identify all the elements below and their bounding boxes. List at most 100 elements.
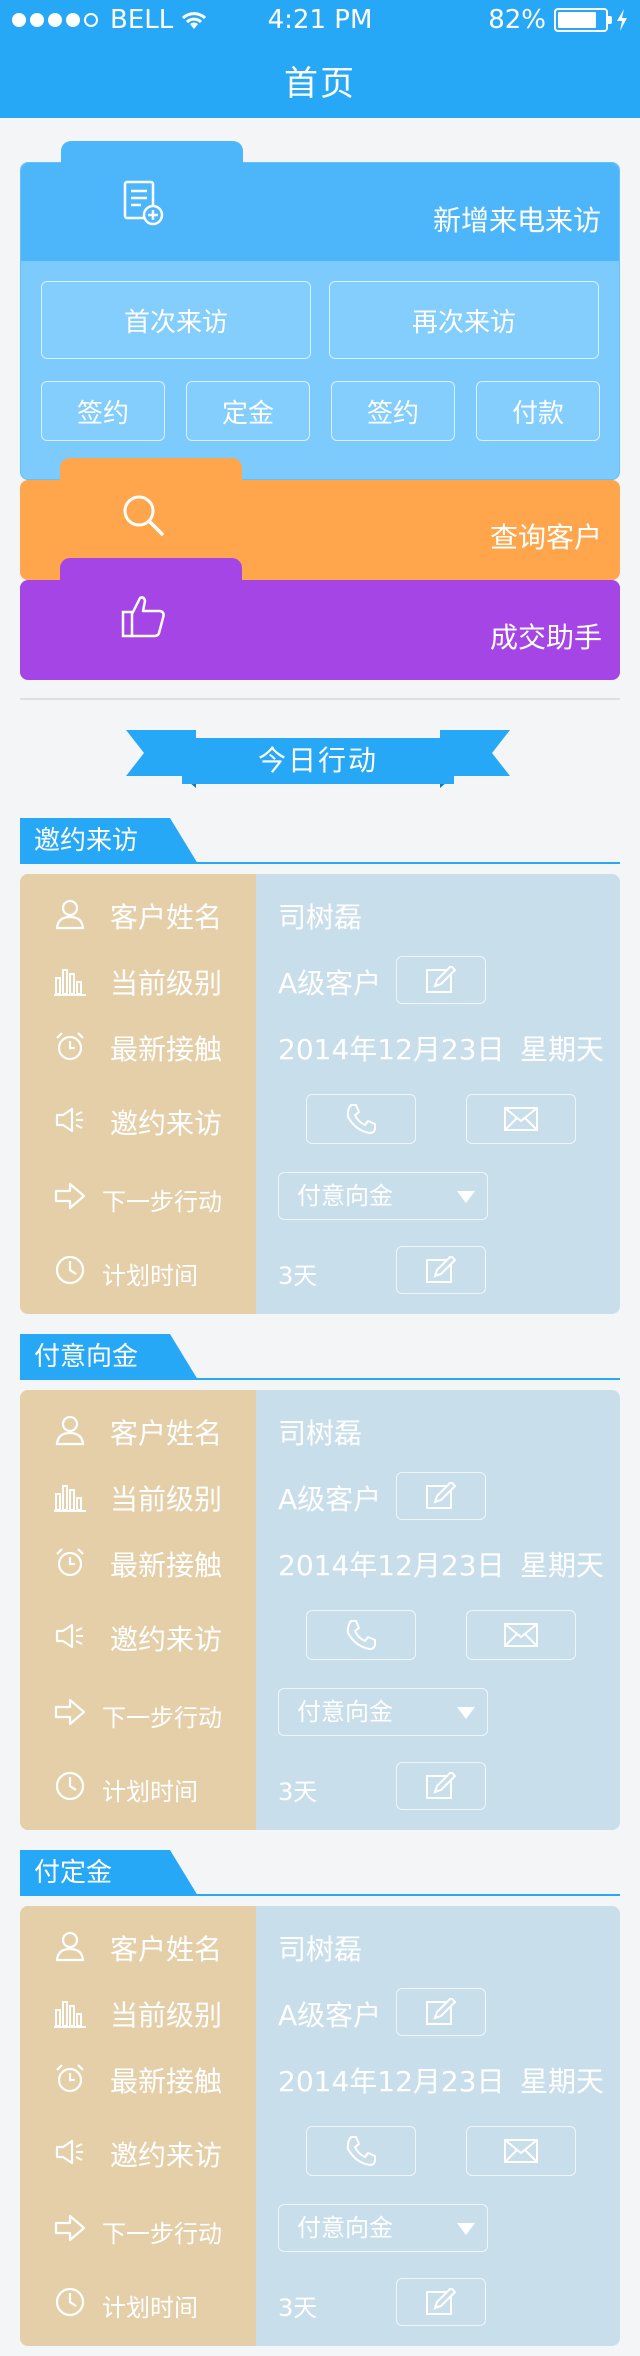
- phone-icon: [346, 1104, 376, 1134]
- user-icon: [55, 1931, 85, 1962]
- invite-visit-row: 邀约来访: [20, 1090, 620, 1150]
- next-action-select[interactable]: 付意向金: [278, 1688, 488, 1736]
- chevron-down-icon: [457, 2223, 475, 2235]
- next-action-select[interactable]: 付意向金: [278, 2204, 488, 2252]
- clock-icon: [55, 2287, 85, 2317]
- plan-time-label: 计划时间: [102, 2294, 198, 2322]
- customer-name-row: 客户姓名 司树磊: [20, 884, 620, 944]
- latest-contact-row: 最新接触 2014年12月23日 星期天: [20, 1016, 620, 1076]
- return-visit-button[interactable]: 再次来访: [329, 281, 599, 359]
- edit-plan-button[interactable]: [396, 1762, 486, 1810]
- next-action-label: 下一步行动: [102, 1704, 222, 1732]
- deposit-button[interactable]: 定金: [186, 381, 310, 441]
- next-action-label: 下一步行动: [102, 1188, 222, 1216]
- invite-visit-row: 邀约来访: [20, 1606, 620, 1666]
- bar-chart-icon: [54, 2001, 86, 2028]
- customer-card: 客户姓名 司树磊 当前级别 A级客户 最新接触 2014年12月23日 星期天 …: [20, 1906, 620, 2346]
- edit-plan-button[interactable]: [396, 2278, 486, 2326]
- phone-icon: [346, 2136, 376, 2166]
- edit-plan-button[interactable]: [396, 1246, 486, 1294]
- latest-contact-label: 最新接触: [110, 2065, 223, 2098]
- current-level-label: 当前级别: [110, 1483, 223, 1516]
- phone-icon: [346, 1620, 376, 1650]
- current-level-row: 当前级别 A级客户: [20, 950, 620, 1010]
- search-icon: [123, 495, 164, 536]
- current-level-row: 当前级别 A级客户: [20, 1982, 620, 2042]
- megaphone-icon: [55, 1107, 83, 1133]
- plan-time-row: 计划时间 3天: [20, 1240, 620, 1300]
- section-label: 邀约来访: [20, 818, 198, 864]
- today-actions-ribbon: 今日行动: [126, 730, 510, 790]
- latest-contact-weekday: 星期天: [520, 2065, 605, 2098]
- arrow-right-icon: [54, 2214, 86, 2242]
- call-button[interactable]: [306, 1094, 416, 1144]
- latest-contact-label: 最新接触: [110, 1549, 223, 1582]
- first-visit-button[interactable]: 首次来访: [41, 281, 311, 359]
- top-bar: BELL 4:21 PM 82% 首页: [0, 0, 640, 118]
- edit-icon: [426, 1998, 457, 2025]
- edit-icon: [426, 2288, 457, 2315]
- message-button[interactable]: [466, 1094, 576, 1144]
- invite-visit-label: 邀约来访: [110, 1107, 223, 1140]
- edit-level-button[interactable]: [396, 1472, 486, 1520]
- customer-name-value: 司树磊: [278, 901, 363, 934]
- latest-contact-date: 2014年12月23日: [278, 1549, 505, 1582]
- plan-time-value: 3天: [278, 1778, 318, 1806]
- current-level-label: 当前级别: [110, 1999, 223, 2032]
- latest-contact-row: 最新接触 2014年12月23日 星期天: [20, 1532, 620, 1592]
- arrow-right-icon: [54, 1698, 86, 1726]
- mail-icon: [504, 2139, 538, 2163]
- section-header: 邀约来访: [20, 818, 620, 864]
- bar-chart-icon: [54, 1485, 86, 1512]
- plan-time-label: 计划时间: [102, 1778, 198, 1806]
- new-visit-title: 新增来电来访: [432, 204, 601, 237]
- chevron-down-icon: [457, 1191, 475, 1203]
- edit-level-button[interactable]: [396, 1988, 486, 2036]
- deal-assistant-panel[interactable]: 成交助手: [20, 558, 620, 680]
- arrow-right-icon: [54, 1182, 86, 1210]
- alarm-clock-icon: [56, 2064, 84, 2093]
- add-document-icon: [123, 180, 164, 226]
- latest-contact-weekday: 星期天: [520, 1033, 605, 1066]
- call-button[interactable]: [306, 1610, 416, 1660]
- chevron-down-icon: [457, 1707, 475, 1719]
- clock-icon: [55, 1255, 85, 1285]
- megaphone-icon: [55, 1623, 83, 1649]
- current-level-value: A级客户: [278, 1999, 382, 2032]
- next-action-row: 下一步行动 付意向金: [20, 1682, 620, 1742]
- message-button[interactable]: [466, 2126, 576, 2176]
- next-action-value: 付意向金: [297, 1182, 393, 1210]
- new-visit-panel: 新增来电来访 首次来访 再次来访 签约 定金 签约 付款: [20, 141, 620, 480]
- status-bar: BELL 4:21 PM 82%: [0, 0, 640, 40]
- call-button[interactable]: [306, 2126, 416, 2176]
- latest-contact-weekday: 星期天: [520, 1549, 605, 1582]
- customer-name-label: 客户姓名: [110, 901, 223, 934]
- customer-name-row: 客户姓名 司树磊: [20, 1400, 620, 1460]
- today-actions-title: 今日行动: [182, 738, 454, 784]
- current-level-value: A级客户: [278, 967, 382, 1000]
- invite-visit-label: 邀约来访: [110, 2139, 223, 2172]
- next-action-row: 下一步行动 付意向金: [20, 2198, 620, 2258]
- payment-button[interactable]: 付款: [476, 381, 600, 441]
- edit-icon: [426, 966, 457, 993]
- clock-icon: [55, 1771, 85, 1801]
- customer-name-value: 司树磊: [278, 1417, 363, 1450]
- edit-icon: [426, 1256, 457, 1283]
- next-action-row: 下一步行动 付意向金: [20, 1166, 620, 1226]
- latest-contact-label: 最新接触: [110, 1033, 223, 1066]
- current-level-row: 当前级别 A级客户: [20, 1466, 620, 1526]
- customer-name-label: 客户姓名: [110, 1933, 223, 1966]
- megaphone-icon: [55, 2139, 83, 2165]
- plan-time-label: 计划时间: [102, 1262, 198, 1290]
- next-action-select[interactable]: 付意向金: [278, 1172, 488, 1220]
- edit-level-button[interactable]: [396, 956, 486, 1004]
- invite-visit-label: 邀约来访: [110, 1623, 223, 1656]
- message-button[interactable]: [466, 1610, 576, 1660]
- battery-icon: [554, 8, 612, 32]
- sign-button-2[interactable]: 签约: [331, 381, 455, 441]
- section-label: 付意向金: [20, 1334, 198, 1380]
- sign-button[interactable]: 签约: [41, 381, 165, 441]
- edit-icon: [426, 1482, 457, 1509]
- bar-chart-icon: [54, 969, 86, 996]
- search-customer-title: 查询客户: [489, 521, 602, 554]
